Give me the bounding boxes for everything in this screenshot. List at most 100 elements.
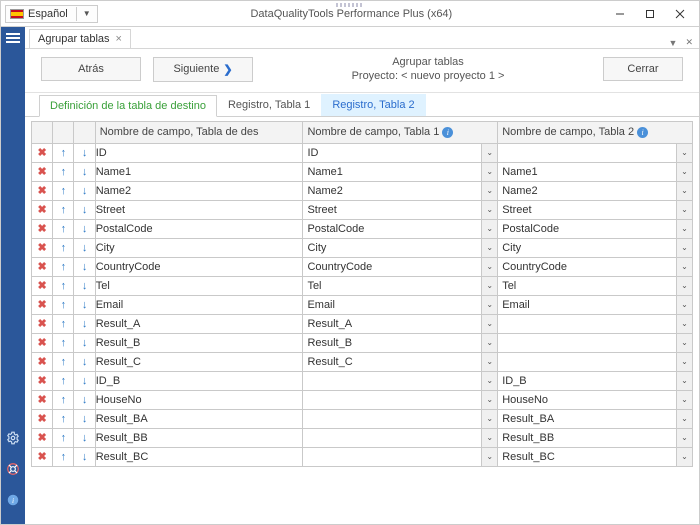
chevron-down-icon[interactable]: ⌄ — [482, 182, 497, 200]
dest-field-cell[interactable]: ID — [95, 143, 303, 162]
dest-field-cell[interactable]: CountryCode — [95, 257, 303, 276]
move-up-button[interactable]: ↑ — [53, 181, 74, 200]
table1-field-combo[interactable]: City⌄ — [303, 238, 498, 257]
dest-field-cell[interactable]: City — [95, 238, 303, 257]
move-up-button[interactable]: ↑ — [53, 238, 74, 257]
menu-icon[interactable] — [6, 31, 20, 45]
chevron-down-icon[interactable]: ⌄ — [677, 391, 692, 409]
move-up-button[interactable]: ↑ — [53, 314, 74, 333]
delete-row-button[interactable]: ✖ — [32, 162, 53, 181]
dest-field-cell[interactable]: Result_BA — [95, 409, 303, 428]
chevron-down-icon[interactable]: ⌄ — [482, 429, 497, 447]
move-up-button[interactable]: ↑ — [53, 162, 74, 181]
move-down-button[interactable]: ↓ — [74, 219, 95, 238]
dest-field-cell[interactable]: Result_BC — [95, 447, 303, 466]
chevron-down-icon[interactable]: ⌄ — [677, 334, 692, 352]
chevron-down-icon[interactable]: ⌄ — [482, 239, 497, 257]
dest-field-cell[interactable]: Result_BB — [95, 428, 303, 447]
dest-field-cell[interactable]: Tel — [95, 276, 303, 295]
chevron-down-icon[interactable]: ⌄ — [482, 144, 497, 162]
minimize-button[interactable] — [605, 3, 635, 25]
delete-row-button[interactable]: ✖ — [32, 409, 53, 428]
chevron-down-icon[interactable]: ⌄ — [677, 353, 692, 371]
move-down-button[interactable]: ↓ — [74, 238, 95, 257]
move-up-button[interactable]: ↑ — [53, 219, 74, 238]
move-down-button[interactable]: ↓ — [74, 428, 95, 447]
move-down-button[interactable]: ↓ — [74, 295, 95, 314]
info-icon[interactable]: i — [637, 127, 648, 138]
chevron-down-icon[interactable]: ⌄ — [677, 201, 692, 219]
delete-row-button[interactable]: ✖ — [32, 143, 53, 162]
table1-field-combo[interactable]: PostalCode⌄ — [303, 219, 498, 238]
table1-field-combo[interactable]: Tel⌄ — [303, 276, 498, 295]
lifebuoy-icon[interactable] — [6, 462, 20, 479]
table2-field-combo[interactable]: Email⌄ — [498, 295, 693, 314]
chevron-down-icon[interactable]: ⌄ — [482, 334, 497, 352]
close-button[interactable] — [665, 3, 695, 25]
move-down-button[interactable]: ↓ — [74, 352, 95, 371]
info-icon[interactable]: i — [442, 127, 453, 138]
move-up-button[interactable]: ↑ — [53, 371, 74, 390]
next-button[interactable]: Siguiente ❯ — [153, 57, 253, 82]
table1-field-combo[interactable]: Result_B⌄ — [303, 333, 498, 352]
move-down-button[interactable]: ↓ — [74, 276, 95, 295]
move-down-button[interactable]: ↓ — [74, 162, 95, 181]
dest-field-cell[interactable]: ID_B — [95, 371, 303, 390]
move-up-button[interactable]: ↑ — [53, 276, 74, 295]
table1-field-combo[interactable]: ⌄ — [303, 409, 498, 428]
move-down-button[interactable]: ↓ — [74, 143, 95, 162]
move-up-button[interactable]: ↑ — [53, 428, 74, 447]
chevron-down-icon[interactable]: ⌄ — [482, 353, 497, 371]
move-up-button[interactable]: ↑ — [53, 447, 74, 466]
dest-field-cell[interactable]: Result_C — [95, 352, 303, 371]
table2-field-combo[interactable]: City⌄ — [498, 238, 693, 257]
document-tab[interactable]: Agrupar tablas × — [29, 29, 131, 48]
delete-row-button[interactable]: ✖ — [32, 371, 53, 390]
delete-row-button[interactable]: ✖ — [32, 257, 53, 276]
move-down-button[interactable]: ↓ — [74, 314, 95, 333]
delete-row-button[interactable]: ✖ — [32, 333, 53, 352]
chevron-down-icon[interactable]: ⌄ — [482, 163, 497, 181]
move-up-button[interactable]: ↑ — [53, 352, 74, 371]
tab-dropdown-icon[interactable]: ▼ — [669, 38, 678, 48]
move-down-button[interactable]: ↓ — [74, 181, 95, 200]
tab-record-table1[interactable]: Registro, Tabla 1 — [217, 94, 321, 116]
chevron-down-icon[interactable]: ⌄ — [482, 296, 497, 314]
chevron-down-icon[interactable]: ⌄ — [482, 258, 497, 276]
table2-field-combo[interactable]: CountryCode⌄ — [498, 257, 693, 276]
dest-field-cell[interactable]: Name1 — [95, 162, 303, 181]
chevron-down-icon[interactable]: ⌄ — [677, 258, 692, 276]
dest-field-cell[interactable]: PostalCode — [95, 219, 303, 238]
delete-row-button[interactable]: ✖ — [32, 428, 53, 447]
table1-field-combo[interactable]: Street⌄ — [303, 200, 498, 219]
gear-icon[interactable] — [6, 431, 20, 448]
table1-field-combo[interactable]: Name1⌄ — [303, 162, 498, 181]
chevron-down-icon[interactable]: ⌄ — [482, 391, 497, 409]
move-up-button[interactable]: ↑ — [53, 257, 74, 276]
move-up-button[interactable]: ↑ — [53, 295, 74, 314]
move-down-button[interactable]: ↓ — [74, 257, 95, 276]
dest-field-cell[interactable]: Name2 — [95, 181, 303, 200]
close-wizard-button[interactable]: Cerrar — [603, 57, 683, 81]
tab-destination-definition[interactable]: Definición de la tabla de destino — [39, 95, 217, 117]
chevron-down-icon[interactable]: ⌄ — [677, 220, 692, 238]
table2-field-combo[interactable]: PostalCode⌄ — [498, 219, 693, 238]
delete-row-button[interactable]: ✖ — [32, 447, 53, 466]
table1-field-combo[interactable]: Result_C⌄ — [303, 352, 498, 371]
chevron-down-icon[interactable]: ⌄ — [677, 163, 692, 181]
table2-field-combo[interactable]: Result_BC⌄ — [498, 447, 693, 466]
move-up-button[interactable]: ↑ — [53, 333, 74, 352]
delete-row-button[interactable]: ✖ — [32, 219, 53, 238]
table2-field-combo[interactable]: Name2⌄ — [498, 181, 693, 200]
move-up-button[interactable]: ↑ — [53, 409, 74, 428]
tab-record-table2[interactable]: Registro, Tabla 2 — [321, 94, 425, 116]
chevron-down-icon[interactable]: ⌄ — [482, 448, 497, 466]
delete-row-button[interactable]: ✖ — [32, 314, 53, 333]
dest-field-cell[interactable]: Result_A — [95, 314, 303, 333]
delete-row-button[interactable]: ✖ — [32, 390, 53, 409]
table2-field-combo[interactable]: HouseNo⌄ — [498, 390, 693, 409]
chevron-down-icon[interactable]: ⌄ — [482, 410, 497, 428]
chevron-down-icon[interactable]: ⌄ — [677, 144, 692, 162]
chevron-down-icon[interactable]: ⌄ — [482, 372, 497, 390]
table1-field-combo[interactable]: ⌄ — [303, 447, 498, 466]
